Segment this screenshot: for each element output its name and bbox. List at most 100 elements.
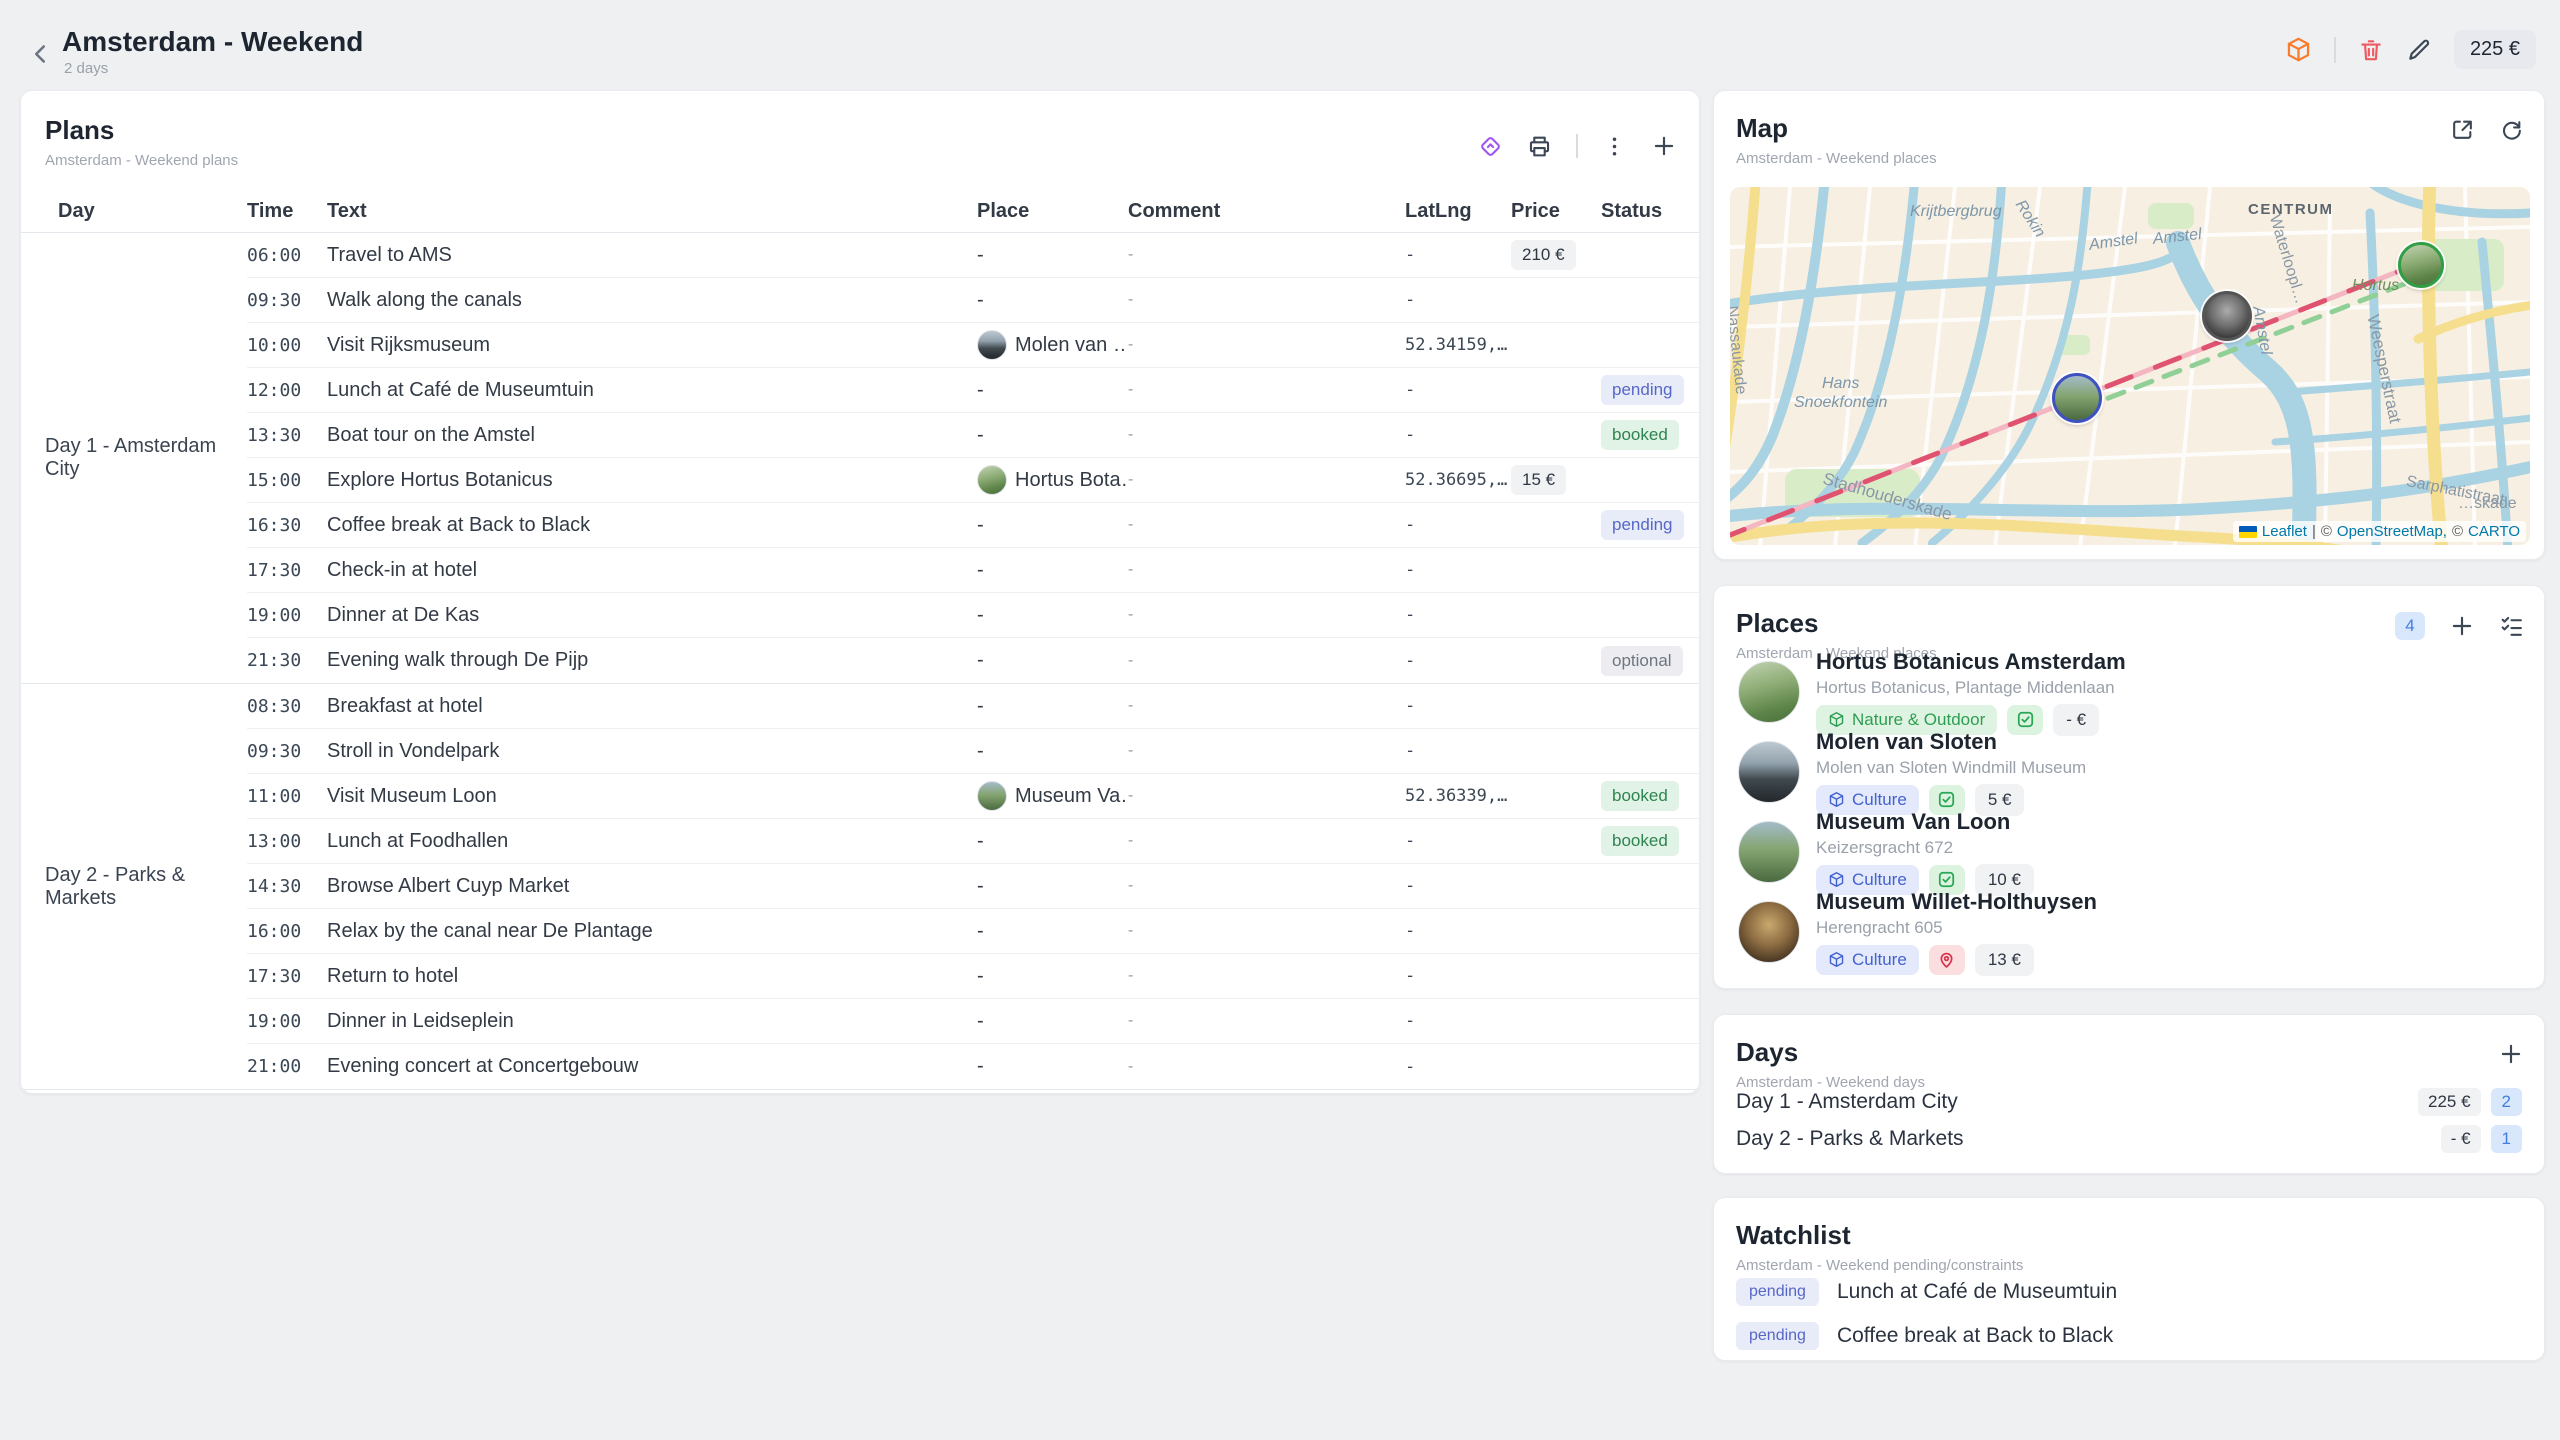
edit-trip-button[interactable] [2406, 37, 2432, 63]
map-attribution: Leaflet | © OpenStreetMap, © CARTO [2233, 521, 2526, 542]
place-photo [1738, 661, 1800, 723]
map-pin-icon [1937, 950, 1956, 969]
plan-row[interactable]: 13:00 Lunch at Foodhallen - - - booked [247, 819, 1699, 864]
plan-row[interactable]: 19:00 Dinner in Leidseplein - - - [247, 999, 1699, 1044]
plan-text: Explore Hortus Botanicus [327, 469, 977, 492]
place-status-badge[interactable] [1929, 945, 1965, 975]
plan-latlng: 52.36339,… [1405, 786, 1501, 806]
plan-row[interactable]: 21:30 Evening walk through De Pijp - - -… [247, 638, 1699, 683]
plan-row[interactable]: 10:00 Visit Rijksmuseum Molen van … - 52… [247, 323, 1699, 368]
plan-row[interactable]: 09:30 Walk along the canals - - - [247, 278, 1699, 323]
osm-link[interactable]: OpenStreetMap, [2337, 523, 2447, 540]
add-place-button[interactable] [2449, 613, 2475, 639]
map-refresh-button[interactable] [2499, 117, 2524, 142]
plan-latlng: - [1405, 876, 1501, 896]
place-name: - [977, 830, 984, 853]
plan-time: 09:30 [247, 290, 327, 311]
col-day: Day [21, 200, 247, 223]
plan-price-cell: 15 € [1501, 465, 1601, 495]
plan-comment: - [1128, 606, 1405, 624]
add-plan-button[interactable] [1651, 133, 1677, 159]
day-row[interactable]: Day 2 - Parks & Markets - € 1 [1714, 1120, 2544, 1157]
place-thumbnail [977, 330, 1007, 360]
place-item[interactable]: Molen van Sloten Molen van Sloten Windmi… [1714, 732, 2544, 812]
plan-row[interactable]: 08:30 Breakfast at hotel - - - [247, 684, 1699, 729]
add-day-button[interactable] [2498, 1041, 2524, 1067]
plan-row[interactable]: 17:30 Check-in at hotel - - - [247, 548, 1699, 593]
plan-row[interactable]: 13:30 Boat tour on the Amstel - - - book… [247, 413, 1699, 458]
map-subtitle: Amsterdam - Weekend places [1736, 150, 2524, 167]
plan-place: - [977, 289, 1128, 312]
map-fullscreen-button[interactable] [2450, 117, 2475, 142]
status-badge: booked [1601, 420, 1679, 450]
print-button[interactable] [1527, 134, 1552, 159]
watchlist-row[interactable]: pending Lunch at Café de Museumtuin [1714, 1270, 2544, 1314]
more-menu-button[interactable] [1602, 134, 1627, 159]
plan-row[interactable]: 19:00 Dinner at De Kas - - - [247, 593, 1699, 638]
plan-latlng: - [1405, 696, 1501, 716]
plan-place: - [977, 740, 1128, 763]
watchlist-title: Watchlist [1736, 1220, 2524, 1251]
plan-row[interactable]: 16:00 Relax by the canal near De Plantag… [247, 909, 1699, 954]
map-canvas[interactable]: KrijtbergbrugRokinAmstelAmstelCENTRUMWat… [1730, 187, 2530, 545]
app-header: Amsterdam - Weekend 2 days 225 € [0, 0, 2560, 76]
plans-panel: Plans Amsterdam - Weekend plans Day Time… [20, 90, 1700, 1094]
plan-latlng: - [1405, 515, 1501, 535]
plan-text: Dinner in Leidseplein [327, 1010, 977, 1033]
place-name: Museum Van Loon [1816, 809, 2034, 835]
plan-row[interactable]: 11:00 Visit Museum Loon Museum Va… - 52.… [247, 774, 1699, 819]
watchlist-text: Lunch at Café de Museumtuin [1837, 1280, 2117, 1304]
day-group-label: Day 1 - Amsterdam City [21, 233, 247, 683]
plan-place: - [977, 830, 1128, 853]
plan-status-cell: pending [1601, 375, 1699, 405]
watchlist-row[interactable]: pending Coffee break at Back to Black [1714, 1314, 2544, 1358]
plan-row[interactable]: 14:30 Browse Albert Cuyp Market - - - [247, 864, 1699, 909]
place-item[interactable]: Museum Willet-Holthuysen Herengracht 605… [1714, 892, 2544, 972]
map-place-marker[interactable] [2052, 373, 2102, 423]
day-price-badge: 225 € [2418, 1088, 2481, 1116]
places-list-view-button[interactable] [2499, 614, 2524, 639]
plan-row[interactable]: 17:30 Return to hotel - - - [247, 954, 1699, 999]
plan-text: Lunch at Café de Museumtuin [327, 379, 977, 402]
plan-row[interactable]: 06:00 Travel to AMS - - - 210 € [247, 233, 1699, 278]
plan-row[interactable]: 21:00 Evening concert at Concertgebouw -… [247, 1044, 1699, 1089]
price-badge: 210 € [1511, 240, 1576, 270]
route-optimize-button[interactable] [1478, 134, 1503, 159]
plan-latlng: - [1405, 1011, 1501, 1031]
plan-comment: - [1128, 832, 1405, 850]
day-label: Day 2 - Parks & Markets [1736, 1127, 1964, 1151]
place-item[interactable]: Hortus Botanicus Amsterdam Hortus Botani… [1714, 652, 2544, 732]
back-button[interactable] [24, 38, 56, 70]
plan-row[interactable]: 15:00 Explore Hortus Botanicus Hortus Bo… [247, 458, 1699, 503]
plan-text: Travel to AMS [327, 244, 977, 267]
plan-place: - [977, 649, 1128, 672]
delete-trip-button[interactable] [2358, 37, 2384, 63]
plan-place: Molen van … [977, 330, 1128, 360]
map-label: Snoekfontein [1794, 394, 1887, 412]
plan-row[interactable]: 16:30 Coffee break at Back to Black - - … [247, 503, 1699, 548]
divider [2334, 37, 2336, 63]
place-name: - [977, 695, 984, 718]
watchlist-status-badge: pending [1736, 1278, 1819, 1306]
map-place-marker[interactable] [2398, 242, 2444, 288]
plan-price-cell: 210 € [1501, 240, 1601, 270]
place-name: - [977, 1055, 984, 1078]
places-panel: Places Amsterdam - Weekend places 4 Hort… [1713, 585, 2545, 989]
package-icon[interactable] [2285, 36, 2312, 63]
place-name: - [977, 1010, 984, 1033]
map-place-marker[interactable] [2202, 291, 2252, 341]
carto-link[interactable]: CARTO [2468, 523, 2520, 540]
check-square-icon [1937, 870, 1956, 889]
plan-row[interactable]: 09:30 Stroll in Vondelpark - - - [247, 729, 1699, 774]
place-name: - [977, 604, 984, 627]
status-badge: booked [1601, 826, 1679, 856]
plan-text: Return to hotel [327, 965, 977, 988]
place-item[interactable]: Museum Van Loon Keizersgracht 672 Cultur… [1714, 812, 2544, 892]
plan-status-cell: booked [1601, 826, 1699, 856]
plan-row[interactable]: 12:00 Lunch at Café de Museumtuin - - - … [247, 368, 1699, 413]
day-row[interactable]: Day 1 - Amsterdam City 225 € 2 [1714, 1083, 2544, 1120]
place-name: - [977, 965, 984, 988]
place-name: Museum Va… [1015, 785, 1128, 808]
leaflet-link[interactable]: Leaflet [2262, 523, 2307, 540]
col-status: Status [1601, 200, 1699, 223]
